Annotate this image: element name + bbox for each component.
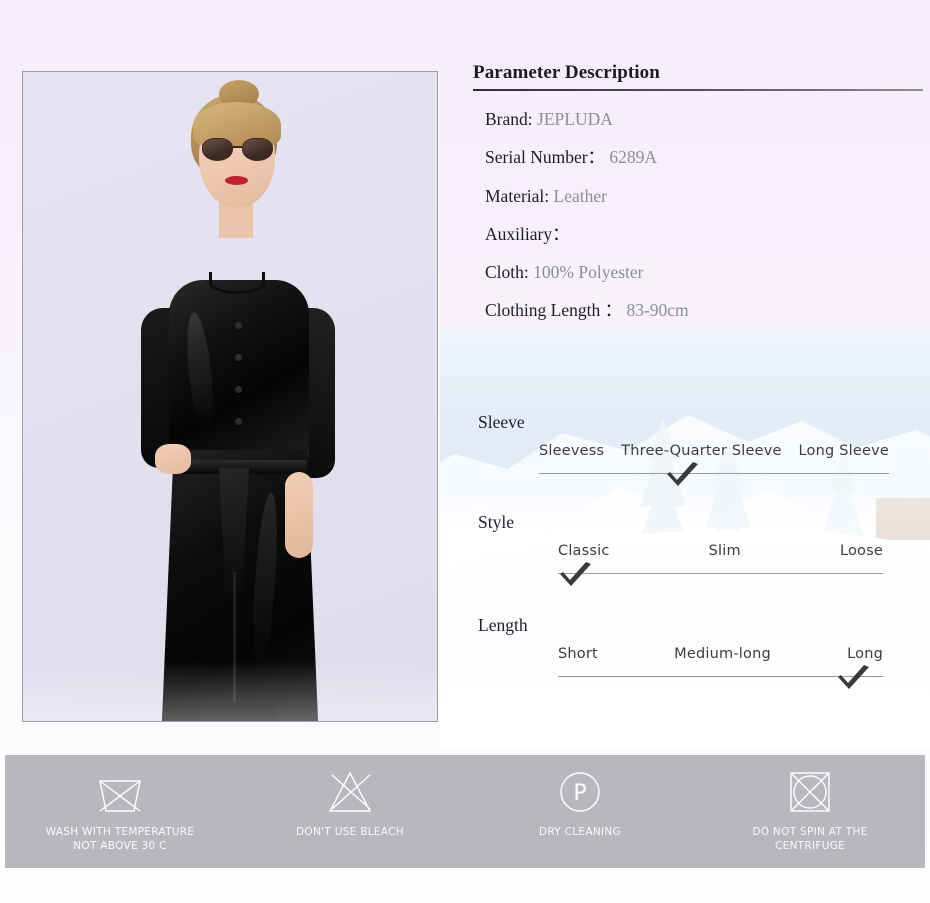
care-item-wash: WASH WITH TEMPERATURE NOT ABOVE 30 C [5,755,235,868]
model-hand-left [155,444,191,474]
option-loose[interactable]: Loose [840,543,883,559]
care-item-dry-cleaning: P DRY CLEANING [465,755,695,868]
option-sleevess[interactable]: Sleevess [539,443,604,459]
product-detail-page: Parameter Description Brand: JEPLUDA Ser… [0,0,930,903]
spec-label: Material: [485,185,550,206]
checkmark-icon [836,664,870,690]
no-bleach-icon [322,767,378,817]
no-spin-icon [782,767,838,817]
care-label: DO NOT SPIN AT THE CENTRIFUGE [752,826,868,853]
spec-row-clothing-length: Clothing Length ： 83-90cm [473,301,923,320]
option-items: Classic Slim Loose [558,543,883,559]
option-three-quarter-sleeve[interactable]: Three-Quarter Sleeve [621,443,782,459]
spec-row-brand: Brand: JEPLUDA [473,109,923,129]
spec-label: Auxiliary： [485,223,570,244]
option-group-sleeve: Sleeve Sleevess Three-Quarter Sleeve Lon… [473,412,930,489]
option-group-length: Length Short Medium-long Long [473,615,930,692]
spec-value: 6289A [609,147,658,168]
option-group-title: Sleeve [478,412,525,432]
care-label: DON'T USE BLEACH [296,826,404,838]
care-instructions-bar: WASH WITH TEMPERATURE NOT ABOVE 30 C DON'… [5,755,925,868]
option-long[interactable]: Long [847,646,883,662]
care-item-bleach: DON'T USE BLEACH [235,755,465,868]
spec-row-cloth: Cloth: 100% Polyester [473,262,923,282]
product-photo[interactable] [22,71,438,722]
spec-row-serial-number: Serial Number： 6289A [473,148,923,167]
option-row: Classic Slim Loose [558,543,883,589]
checkmark-icon [665,461,699,487]
option-classic[interactable]: Classic [558,543,610,559]
option-divider [558,676,883,677]
spec-value: 100% Polyester [533,262,644,282]
spec-label: Brand: [485,109,533,129]
care-label: DRY CLEANING [538,826,621,838]
option-divider [558,573,883,574]
option-divider [539,473,889,474]
care-item-spin: DO NOT SPIN AT THE CENTRIFUGE [695,755,925,868]
option-group-title: Length [478,615,528,635]
option-items: Sleevess Three-Quarter Sleeve Long Sleev… [539,443,889,459]
svg-text:P: P [573,781,586,806]
checkmark-icon [558,561,592,587]
dry-cleaning-icon: P [552,767,608,817]
option-short[interactable]: Short [558,646,598,662]
parameter-description-panel: Parameter Description Brand: JEPLUDA Ser… [473,62,923,321]
coat-button [235,322,242,329]
coat-button [235,418,242,425]
sunglass-lens-left [202,138,233,161]
coat-button [235,354,242,361]
option-row: Short Medium-long Long [558,646,883,692]
option-group-title: Style [478,512,514,532]
coat-button [235,386,242,393]
coat-collar [209,272,265,294]
model-hand-right [285,472,313,558]
option-row: Sleevess Three-Quarter Sleeve Long Sleev… [539,443,889,489]
spec-label: Serial Number： [485,147,606,168]
model-lips [225,176,248,185]
studio-floor [23,661,437,721]
sunglasses-icon [202,138,274,162]
option-group-style: Style Classic Slim Loose [473,512,930,589]
option-long-sleeve[interactable]: Long Sleeve [799,443,889,459]
no-wash-icon [92,767,148,817]
spec-row-material: Material: Leather [473,185,923,206]
spec-label: Clothing Length ： [485,300,623,321]
option-medium-long[interactable]: Medium-long [674,646,771,662]
care-label: WASH WITH TEMPERATURE NOT ABOVE 30 C [45,826,195,853]
spec-row-auxiliary: Auxiliary： [473,223,923,244]
option-items: Short Medium-long Long [558,646,883,662]
spec-value: Leather [553,185,607,206]
spec-value: 83-90cm [626,300,689,321]
spec-value: JEPLUDA [537,109,613,129]
spec-label: Cloth: [485,262,529,282]
page-title: Parameter Description [473,62,660,83]
sunglass-lens-right [242,138,273,161]
title-divider [473,89,923,91]
option-slim[interactable]: Slim [709,543,741,559]
